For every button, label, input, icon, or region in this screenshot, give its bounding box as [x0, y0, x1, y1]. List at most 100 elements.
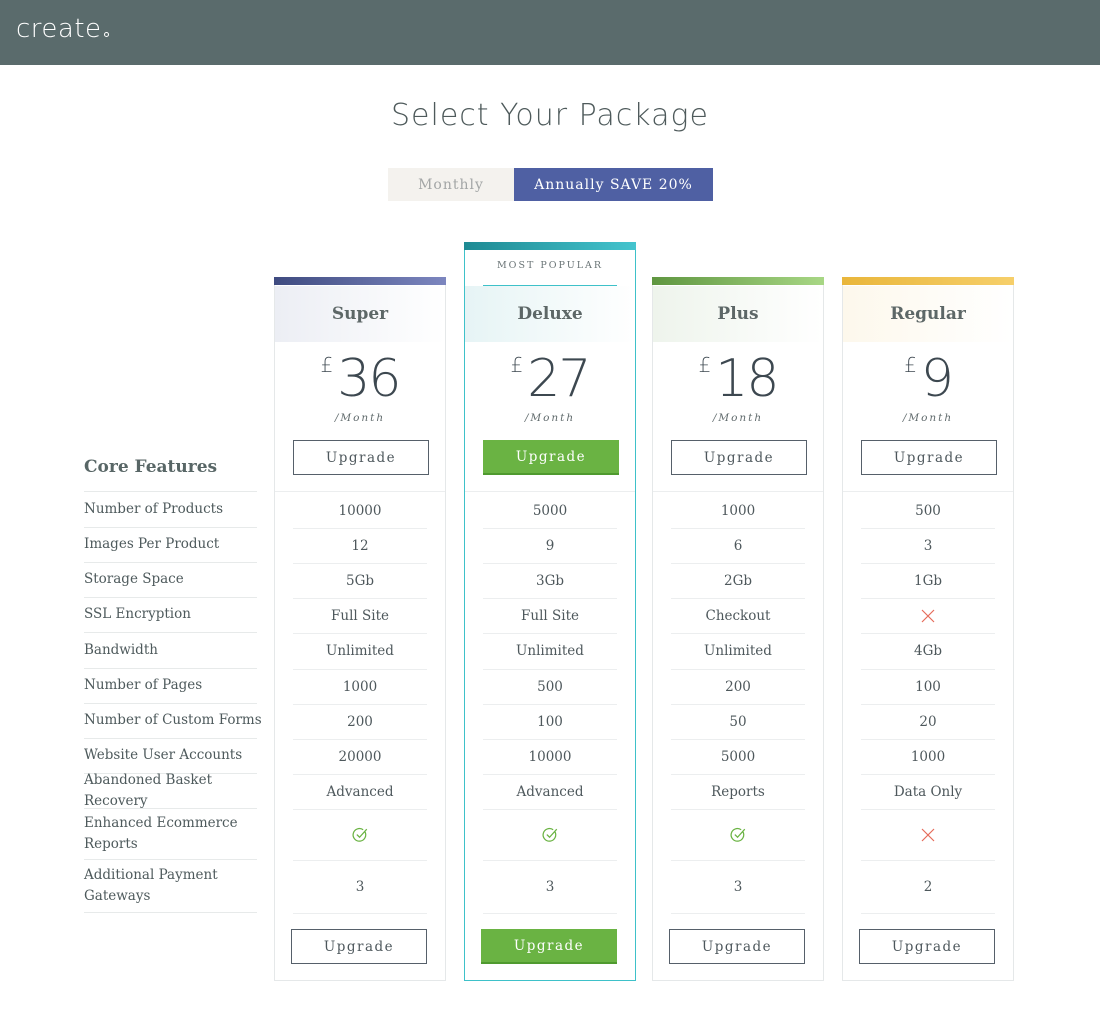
plan-price: £27	[465, 351, 635, 411]
feature-value: 50	[729, 713, 747, 730]
feature-value: Unlimited	[516, 643, 584, 659]
upgrade-button-bottom[interactable]: Upgrade	[291, 929, 427, 964]
feature-label: Number of Pages	[84, 677, 203, 693]
upgrade-button-bottom[interactable]: Upgrade	[859, 929, 995, 964]
price-period: /Month	[334, 412, 386, 424]
price-amount: 18	[715, 349, 779, 409]
feature-value: 4Gb	[913, 643, 942, 659]
feature-value: 3	[355, 878, 365, 895]
feature-value: 1000	[342, 678, 378, 695]
feature-value: 1000	[910, 748, 946, 765]
billing-monthly-toggle[interactable]: Monthly	[388, 168, 514, 201]
feature-value	[465, 809, 635, 860]
feature-value: Reports	[711, 783, 765, 800]
upgrade-button-top[interactable]: Upgrade	[293, 440, 429, 475]
currency-symbol: £	[510, 353, 524, 377]
feature-value: 5000	[532, 502, 568, 519]
plan-name: Plus	[653, 286, 823, 342]
plan-card-regular: Regular £9/Month Upgrade 500 3 1Gb 4Gb 100 20 100…	[842, 277, 1014, 981]
feature-value: 9	[545, 537, 555, 554]
check-icon	[730, 827, 746, 842]
feature-value: 3	[923, 537, 933, 554]
feature-value: 6	[733, 537, 743, 554]
currency-symbol: £	[904, 353, 917, 377]
price-amount: 9	[920, 349, 954, 409]
feature-value: 1Gb	[913, 572, 942, 589]
feature-value: 200	[347, 713, 373, 730]
plan-price: £18	[653, 351, 823, 411]
feature-label: SSL Encryption	[84, 606, 191, 622]
row-divider	[861, 913, 995, 914]
billing-annual-toggle[interactable]: Annually SAVE 20%	[514, 168, 713, 201]
row-divider	[483, 913, 617, 914]
feature-label: Number of Custom Forms	[84, 712, 262, 728]
feature-label: Number of Products	[84, 501, 224, 517]
price-period: /Month	[712, 412, 764, 424]
feature-value: 12	[351, 537, 369, 554]
header-divider	[275, 491, 445, 492]
feature-label: Enhanced Ecommerce Reports	[84, 814, 238, 852]
feature-label: Storage Space	[84, 571, 184, 587]
page-title: Select Your Package	[391, 98, 709, 133]
feature-value: 3Gb	[535, 572, 564, 589]
logo-dot-icon	[103, 32, 109, 37]
plan-accent-stripe	[652, 277, 824, 285]
plan-price: £36	[275, 351, 445, 411]
plan-name: Regular	[843, 286, 1013, 342]
price-amount: 27	[527, 349, 591, 409]
brand-logo[interactable]: create	[16, 14, 109, 44]
most-popular-badge: MOST POPULAR	[496, 260, 604, 271]
upgrade-button-top[interactable]: Upgrade	[861, 440, 997, 475]
feature-value: 20000	[338, 748, 382, 765]
feature-value: 10000	[528, 748, 572, 765]
header-divider	[465, 491, 635, 492]
plan-card-deluxe: MOST POPULAR Deluxe £27/Month Upgrade 5000 9 3…	[464, 242, 636, 981]
row-divider	[671, 913, 805, 914]
feature-value: 100	[537, 713, 563, 730]
upgrade-button-top[interactable]: Upgrade	[483, 440, 619, 475]
feature-value: 5000	[720, 748, 756, 765]
check-icon	[542, 827, 558, 842]
feature-value: 2Gb	[723, 572, 752, 589]
feature-label: Website User Accounts	[84, 747, 243, 763]
feature-value	[653, 809, 823, 860]
currency-symbol: £	[698, 353, 712, 377]
feature-value: Checkout	[705, 607, 771, 624]
cross-icon	[921, 609, 935, 622]
price-amount: 36	[337, 349, 401, 409]
header-divider	[843, 491, 1013, 492]
feature-value: Advanced	[516, 783, 584, 800]
feature-label: Abandoned Basket Recovery	[84, 771, 213, 809]
currency-symbol: £	[320, 353, 334, 377]
feature-value: 500	[537, 678, 563, 695]
plan-accent-stripe	[842, 277, 1014, 285]
feature-value: 3	[545, 878, 555, 895]
check-icon	[352, 827, 368, 842]
price-period: /Month	[902, 412, 954, 424]
feature-label: Additional Payment Gateways	[84, 866, 218, 904]
feature-label: Images Per Product	[84, 536, 220, 552]
feature-value	[275, 809, 445, 860]
plan-name: Super	[275, 286, 445, 342]
core-features-title: Core Features	[84, 457, 218, 477]
plan-accent-stripe	[274, 277, 446, 285]
feature-value: Advanced	[326, 783, 394, 800]
feature-divider	[84, 912, 257, 913]
plan-price: £9	[843, 351, 1013, 411]
upgrade-button-bottom[interactable]: Upgrade	[481, 929, 617, 964]
feature-value: 5Gb	[345, 572, 374, 589]
feature-value: 2	[923, 878, 933, 895]
feature-value: 20	[919, 713, 937, 730]
upgrade-button-bottom[interactable]: Upgrade	[669, 929, 805, 964]
upgrade-button-top[interactable]: Upgrade	[671, 440, 807, 475]
price-period: /Month	[524, 412, 576, 424]
header-divider	[653, 491, 823, 492]
logo-text: create	[16, 14, 102, 44]
plan-card-super: Super £36/Month Upgrade 10000 12 5Gb Full Site…	[274, 277, 446, 981]
feature-value: Full Site	[331, 607, 389, 624]
feature-value: Unlimited	[704, 643, 772, 659]
plan-name: Deluxe	[465, 286, 635, 342]
row-divider	[293, 913, 427, 914]
feature-value	[843, 598, 1013, 633]
feature-value: Full Site	[521, 607, 579, 624]
